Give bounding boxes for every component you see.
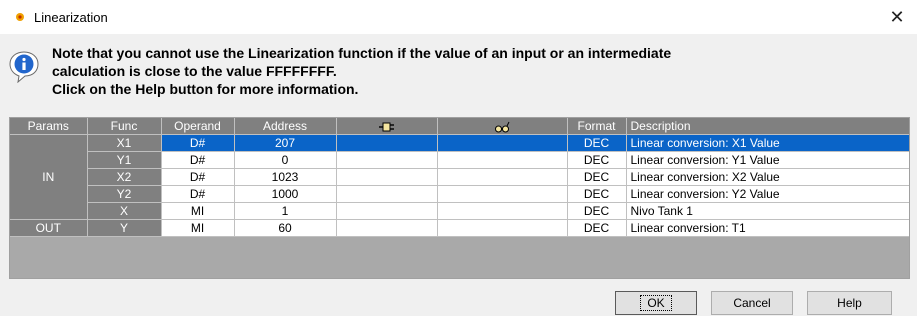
header-format[interactable]: Format <box>567 118 627 135</box>
func-cell: Y1 <box>87 151 162 169</box>
address-cell[interactable]: 1023 <box>234 168 337 186</box>
glasses-cell[interactable] <box>437 219 568 237</box>
note-line-1: Note that you cannot use the Linearizati… <box>52 45 672 61</box>
header-glasses[interactable] <box>437 118 568 135</box>
ok-button-label: OK <box>640 295 672 311</box>
operand-cell[interactable]: MI <box>161 202 235 220</box>
description-cell[interactable]: Linear conversion: X1 Value <box>626 134 909 152</box>
close-button[interactable]: ✕ <box>877 0 917 34</box>
note-panel: Note that you cannot use the Linearizati… <box>9 44 909 110</box>
format-cell[interactable]: DEC <box>567 185 627 203</box>
header-address[interactable]: Address <box>234 118 337 135</box>
table-row[interactable]: IN X1 D# 207 DEC Linear conversion: X1 V… <box>10 134 909 220</box>
address-cell[interactable]: 1 <box>234 202 337 220</box>
operand-cell[interactable]: D# <box>161 151 235 169</box>
title-bar: Linearization ✕ <box>0 0 917 34</box>
header-operand[interactable]: Operand <box>161 118 235 135</box>
header-description[interactable]: Description <box>626 118 909 135</box>
table-row[interactable]: Y1 D# 0 DEC Linear conversion: Y1 Value <box>10 151 909 169</box>
description-cell[interactable]: Nivo Tank 1 <box>626 202 909 220</box>
format-cell[interactable]: DEC <box>567 219 627 237</box>
plug-cell[interactable] <box>336 185 438 203</box>
params-group-out: OUT <box>10 219 88 237</box>
func-cell: Y2 <box>87 185 162 203</box>
operand-cell[interactable]: D# <box>161 134 235 152</box>
header-func[interactable]: Func <box>87 118 162 135</box>
plug-cell[interactable] <box>336 202 438 220</box>
format-cell[interactable]: DEC <box>567 202 627 220</box>
glasses-icon <box>495 121 510 133</box>
header-row: Params Func Operand Address Format Descr… <box>10 118 909 135</box>
window-title: Linearization <box>34 10 108 25</box>
plug-cell[interactable] <box>336 151 438 169</box>
format-cell[interactable]: DEC <box>567 168 627 186</box>
plug-icon <box>378 122 394 132</box>
address-cell[interactable]: 1000 <box>234 185 337 203</box>
address-cell[interactable]: 60 <box>234 219 337 237</box>
operand-cell[interactable]: D# <box>161 185 235 203</box>
glasses-cell[interactable] <box>437 202 568 220</box>
dot-icon <box>16 13 24 21</box>
description-cell[interactable]: Linear conversion: Y1 Value <box>626 151 909 169</box>
func-cell: X2 <box>87 168 162 186</box>
address-cell[interactable]: 207 <box>234 134 337 152</box>
plug-cell[interactable] <box>336 134 438 152</box>
glasses-cell[interactable] <box>437 151 568 169</box>
glasses-cell[interactable] <box>437 185 568 203</box>
parameters-grid[interactable]: Params Func Operand Address Format Descr… <box>9 117 910 279</box>
operand-cell[interactable]: MI <box>161 219 235 237</box>
func-cell: X1 <box>87 134 162 152</box>
description-cell[interactable]: Linear conversion: Y2 Value <box>626 185 909 203</box>
note-line-3: Click on the Help button for more inform… <box>52 81 359 97</box>
header-plug[interactable] <box>336 118 438 135</box>
note-line-2: calculation is close to the value FFFFFF… <box>52 63 337 79</box>
address-cell[interactable]: 0 <box>234 151 337 169</box>
params-group-in: IN <box>10 134 88 220</box>
glasses-cell[interactable] <box>437 168 568 186</box>
operand-cell[interactable]: D# <box>161 168 235 186</box>
func-cell: X <box>87 202 162 220</box>
func-cell: Y <box>87 219 162 237</box>
close-icon: ✕ <box>889 6 905 27</box>
table-row[interactable]: OUT Y MI 60 DEC Linear conversion: T1 <box>10 219 909 237</box>
header-params[interactable]: Params <box>10 118 88 135</box>
info-icon <box>9 51 39 83</box>
plug-cell[interactable] <box>336 219 438 237</box>
parameters-table: Params Func Operand Address Format Descr… <box>10 118 909 237</box>
description-cell[interactable]: Linear conversion: T1 <box>626 219 909 237</box>
description-cell[interactable]: Linear conversion: X2 Value <box>626 168 909 186</box>
note-text: Note that you cannot use the Linearizati… <box>52 44 671 98</box>
glasses-cell[interactable] <box>437 134 568 152</box>
help-button[interactable]: Help <box>807 291 892 315</box>
format-cell[interactable]: DEC <box>567 151 627 169</box>
table-row[interactable]: Y2 D# 1000 DEC Linear conversion: Y2 Val… <box>10 185 909 203</box>
format-cell[interactable]: DEC <box>567 134 627 152</box>
cancel-button[interactable]: Cancel <box>711 291 793 315</box>
ok-button[interactable]: OK <box>615 291 697 315</box>
plug-cell[interactable] <box>336 168 438 186</box>
table-row[interactable]: X MI 1 DEC Nivo Tank 1 <box>10 202 909 220</box>
table-row[interactable]: X2 D# 1023 DEC Linear conversion: X2 Val… <box>10 168 909 186</box>
